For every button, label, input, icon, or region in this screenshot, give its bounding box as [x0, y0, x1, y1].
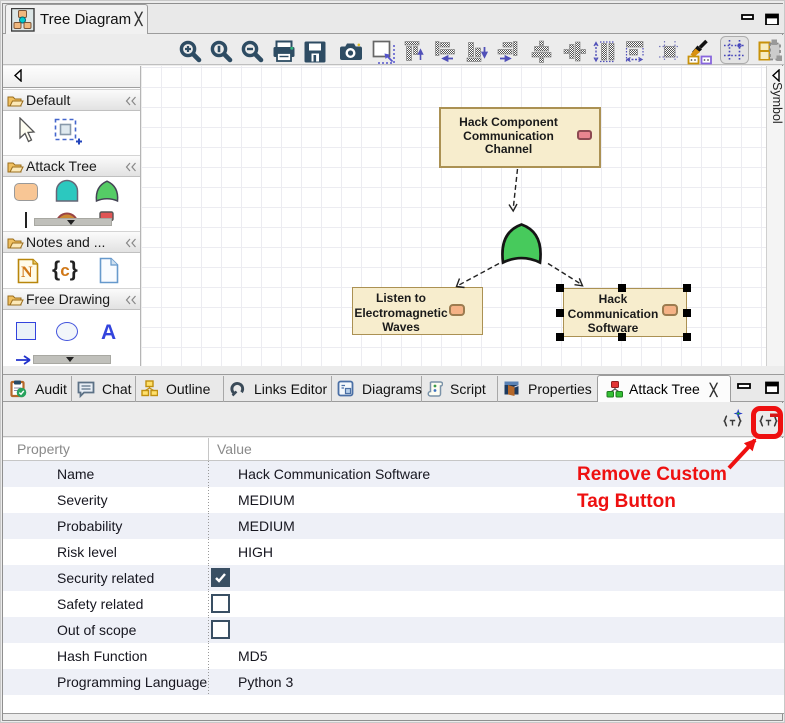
svg-text:N: N [21, 264, 33, 281]
